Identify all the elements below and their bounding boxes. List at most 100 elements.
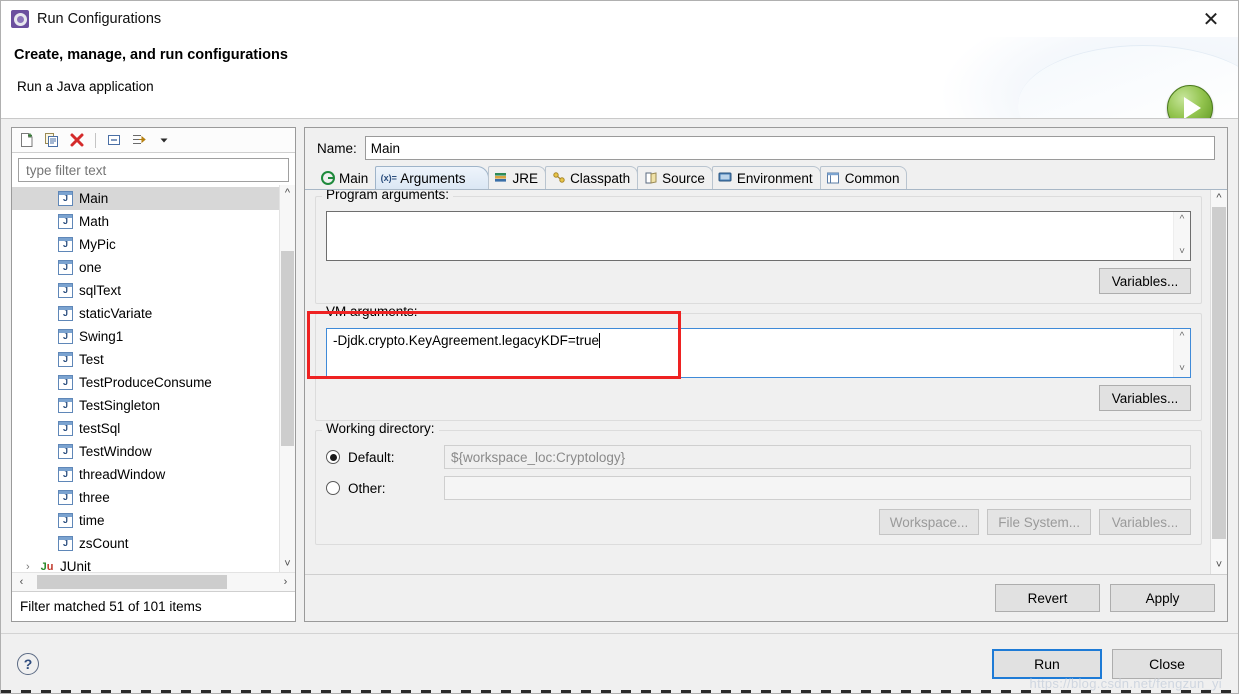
apply-button[interactable]: Apply (1110, 584, 1215, 612)
vm-arguments-value[interactable]: -Djdk.crypto.KeyAgreement.legacyKDF=true (333, 333, 599, 348)
run-button[interactable]: Run (992, 648, 1102, 679)
tree-scroll-area: J Main J Math J MyPic Jone JsqlText JstaticVaria… (12, 185, 295, 572)
filter-text-box[interactable] (18, 158, 289, 182)
tree-vertical-scrollbar[interactable]: ^ ˅ (279, 185, 295, 572)
tree-item-main[interactable]: J Main (12, 187, 279, 210)
configuration-tabs[interactable]: Main (x)= Arguments JRE Classpath Source Envir… (305, 166, 1227, 190)
arguments-tab-content: Program arguments: ^ ˅ Variables... VM a… (305, 187, 1210, 574)
scrollbar-thumb[interactable] (1212, 207, 1226, 539)
tab-label: Environment (736, 170, 813, 186)
help-question-icon[interactable]: ? (17, 652, 39, 675)
working-directory-other-row[interactable]: Other: (326, 476, 1191, 500)
tab-content-vertical-scrollbar[interactable]: ^ ˅ (1210, 190, 1227, 574)
tab-common[interactable]: Common (819, 166, 908, 189)
tab-source[interactable]: Source (637, 166, 713, 189)
delete-configuration-icon[interactable] (66, 130, 88, 150)
other-radio-button[interactable] (326, 481, 340, 495)
program-arguments-scrollbar[interactable]: ^ ˅ (1173, 212, 1190, 260)
expand-chevron-icon[interactable]: › (26, 561, 39, 573)
java-class-icon: J (58, 329, 73, 344)
tree-item-junit[interactable]: › Ju JUnit (12, 555, 279, 572)
tree-item-label: TestProduceConsume (79, 375, 212, 390)
tree-item-testsingleton[interactable]: J TestSingleton (12, 394, 279, 417)
close-icon[interactable]: ✕ (1198, 7, 1224, 33)
hscrollbar-thumb[interactable] (37, 575, 227, 589)
working-directory-default-row[interactable]: Default: ${workspace_loc:Cryptology} (326, 445, 1191, 469)
scroll-up-icon[interactable]: ^ (285, 185, 290, 201)
name-label: Name: (317, 140, 357, 156)
tab-main[interactable]: Main (315, 166, 376, 189)
vm-arguments-value-wrapper[interactable]: -Djdk.crypto.KeyAgreement.legacyKDF=true (327, 329, 1173, 377)
tab-classpath[interactable]: Classpath (545, 166, 639, 189)
tree-item-staticvariate[interactable]: JstaticVariate (12, 302, 279, 325)
configurations-tree-panel: JMainJMathJMyPicJoneJsqlTextJstaticVaria… (11, 127, 296, 622)
java-class-icon: J (58, 490, 73, 505)
java-class-icon: J (58, 283, 73, 298)
scroll-up-icon[interactable]: ^ (1216, 190, 1221, 207)
tree-item-label: Main (79, 191, 109, 206)
scroll-left-icon[interactable]: ‹ (14, 576, 29, 588)
environment-tab-icon (718, 171, 733, 186)
tree-item-label: zsCount (79, 536, 129, 551)
tree-item-one[interactable]: Jone (12, 256, 279, 279)
tree-item-label: three (79, 490, 110, 505)
tree-item-testwindow[interactable]: J TestWindow (12, 440, 279, 463)
tree-item-mypic[interactable]: J MyPic (12, 233, 279, 256)
tab-jre[interactable]: JRE (487, 166, 547, 189)
dialog-header: Create, manage, and run configurations R… (1, 37, 1238, 119)
filter-icon[interactable] (128, 130, 150, 150)
scroll-up-icon[interactable]: ^ (1180, 212, 1185, 228)
close-button[interactable]: Close (1112, 648, 1222, 679)
other-directory-input[interactable] (444, 476, 1191, 500)
program-arguments-variables-button[interactable]: Variables... (1099, 268, 1191, 294)
tree-item-testproduceconsume[interactable]: J TestProduceConsume (12, 371, 279, 394)
collapse-all-icon[interactable] (103, 130, 125, 150)
scroll-up-icon[interactable]: ^ (1180, 329, 1185, 345)
program-arguments-value[interactable] (327, 212, 1173, 260)
tree-item-label: sqlText (79, 283, 122, 298)
configuration-name-input[interactable] (364, 136, 1215, 160)
duplicate-configuration-icon[interactable] (41, 130, 63, 150)
vm-arguments-textarea[interactable]: -Djdk.crypto.KeyAgreement.legacyKDF=true… (326, 328, 1191, 378)
vm-arguments-scrollbar[interactable]: ^ ˅ (1173, 329, 1190, 377)
tree-item-time[interactable]: Jtime (12, 509, 279, 532)
jre-tab-icon (494, 171, 509, 186)
java-class-icon: J (58, 375, 73, 390)
run-configurations-dialog: Run Configurations ✕ Create, manage, and… (0, 0, 1239, 694)
scroll-down-icon[interactable]: ˅ (1216, 557, 1222, 574)
java-class-icon: J (58, 536, 73, 551)
vm-arguments-variables-button[interactable]: Variables... (1099, 385, 1191, 411)
scroll-right-icon[interactable]: › (278, 576, 293, 588)
scroll-down-icon[interactable]: ˅ (1179, 244, 1185, 260)
java-class-icon: J (58, 398, 73, 413)
new-configuration-icon[interactable] (16, 130, 38, 150)
configuration-name-row: Name: (305, 128, 1227, 166)
tab-arguments[interactable]: (x)= Arguments (375, 166, 489, 189)
vm-arguments-label: VM arguments: (322, 304, 422, 319)
search-input[interactable] (24, 161, 283, 179)
workspace-button: Workspace... (878, 509, 980, 535)
page-subtitle: Run a Java application (17, 79, 154, 94)
tab-environment[interactable]: Environment (711, 166, 821, 189)
tree-item-testsql[interactable]: JtestSql (12, 417, 279, 440)
default-radio-button[interactable] (326, 450, 340, 464)
view-menu-chevron-icon[interactable] (153, 130, 175, 150)
other-label: Other: (348, 480, 386, 496)
tree-item-sqltext[interactable]: JsqlText (12, 279, 279, 302)
tree-horizontal-scrollbar[interactable]: ‹ › (12, 572, 295, 591)
scrollbar-thumb[interactable] (281, 251, 294, 446)
revert-button[interactable]: Revert (995, 584, 1100, 612)
tab-label: Classpath (570, 170, 631, 186)
scroll-down-icon[interactable]: ˅ (1179, 361, 1185, 377)
window-title: Run Configurations (37, 11, 162, 27)
scroll-down-icon[interactable]: ˅ (284, 556, 290, 572)
tree-item-math[interactable]: J Math (12, 210, 279, 233)
program-arguments-textarea[interactable]: ^ ˅ (326, 211, 1191, 261)
tree-item-swing1[interactable]: J Swing1 (12, 325, 279, 348)
tree-item-zscount[interactable]: JzsCount (12, 532, 279, 555)
tree-toolbar (12, 128, 295, 153)
tree-item-three[interactable]: Jthree (12, 486, 279, 509)
configurations-tree[interactable]: J Main J Math J MyPic Jone JsqlText JstaticVaria… (12, 185, 279, 572)
tree-item-threadwindow[interactable]: JthreadWindow (12, 463, 279, 486)
tree-item-test[interactable]: J Test (12, 348, 279, 371)
